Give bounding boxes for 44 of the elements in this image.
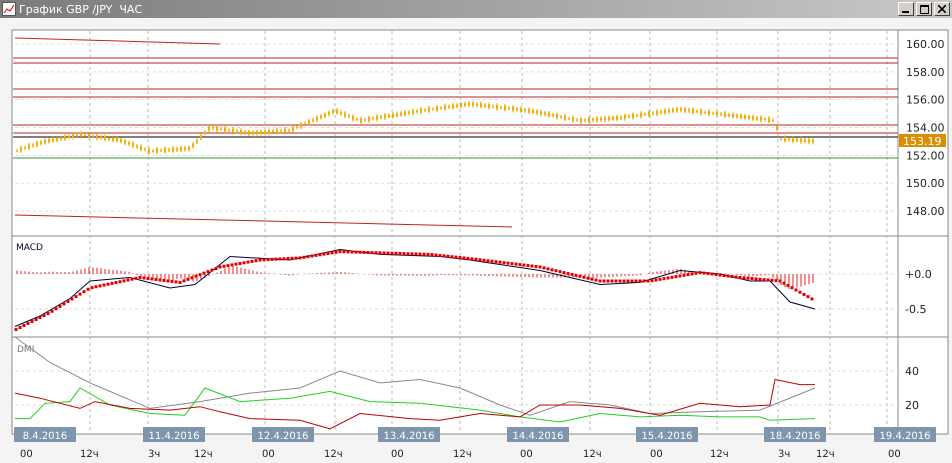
hour-label: 3ч: [778, 449, 790, 460]
hour-label: 12ч: [583, 449, 602, 460]
dmi-axis-label: 40: [905, 365, 919, 378]
date-label: 14.4.2016: [507, 427, 569, 442]
chart-icon: [2, 2, 16, 16]
date-label: 11.4.2016: [143, 427, 205, 442]
macd-axis-label: -0.5: [905, 303, 926, 316]
current-price-badge: 153.19: [899, 134, 946, 148]
price-axis-label: 152.00: [906, 149, 944, 162]
price-axis-label: 156.00: [906, 94, 944, 107]
date-label: 13.4.2016: [378, 427, 440, 442]
maximize-button[interactable]: [916, 2, 932, 16]
date-label: 8.4.2016: [14, 427, 76, 442]
hour-label: 00: [262, 449, 275, 460]
price-axis-label: 158.00: [906, 66, 944, 79]
hour-label: 12ч: [194, 449, 213, 460]
hour-label: 00: [888, 449, 901, 460]
close-icon: [938, 5, 946, 13]
hour-label: 00: [20, 449, 33, 460]
maximize-icon: [920, 4, 928, 14]
price-axis-label: 154.00: [906, 122, 944, 135]
price-axis-label: 160.00: [906, 38, 944, 51]
price-axis-label: 150.00: [906, 177, 944, 190]
indicator-title: DMI: [17, 345, 34, 355]
close-button[interactable]: [934, 2, 950, 16]
hour-label: 12ч: [453, 449, 472, 460]
date-label: 15.4.2016: [636, 427, 698, 442]
minimize-button[interactable]: [898, 2, 914, 16]
hour-label: 12ч: [710, 449, 729, 460]
date-label: 18.4.2016: [764, 427, 826, 442]
date-label: 19.4.2016: [874, 427, 936, 442]
hour-label: 12ч: [816, 449, 835, 460]
price-axis-label: 148.00: [906, 205, 944, 218]
window-title: График GBP /JPY ЧАС: [19, 2, 144, 16]
dmi-axis-label: 20: [905, 399, 919, 412]
hour-label: 00: [391, 449, 404, 460]
hour-label: 00: [650, 449, 663, 460]
hour-label: 00: [520, 449, 533, 460]
indicator-title: MACD: [16, 243, 43, 253]
hour-label: 12ч: [324, 449, 343, 460]
macd-axis-label: +0.0: [905, 268, 932, 281]
hour-label: 12ч: [80, 449, 99, 460]
date-label: 12.4.2016: [252, 427, 314, 442]
hour-label: 3ч: [148, 449, 160, 460]
